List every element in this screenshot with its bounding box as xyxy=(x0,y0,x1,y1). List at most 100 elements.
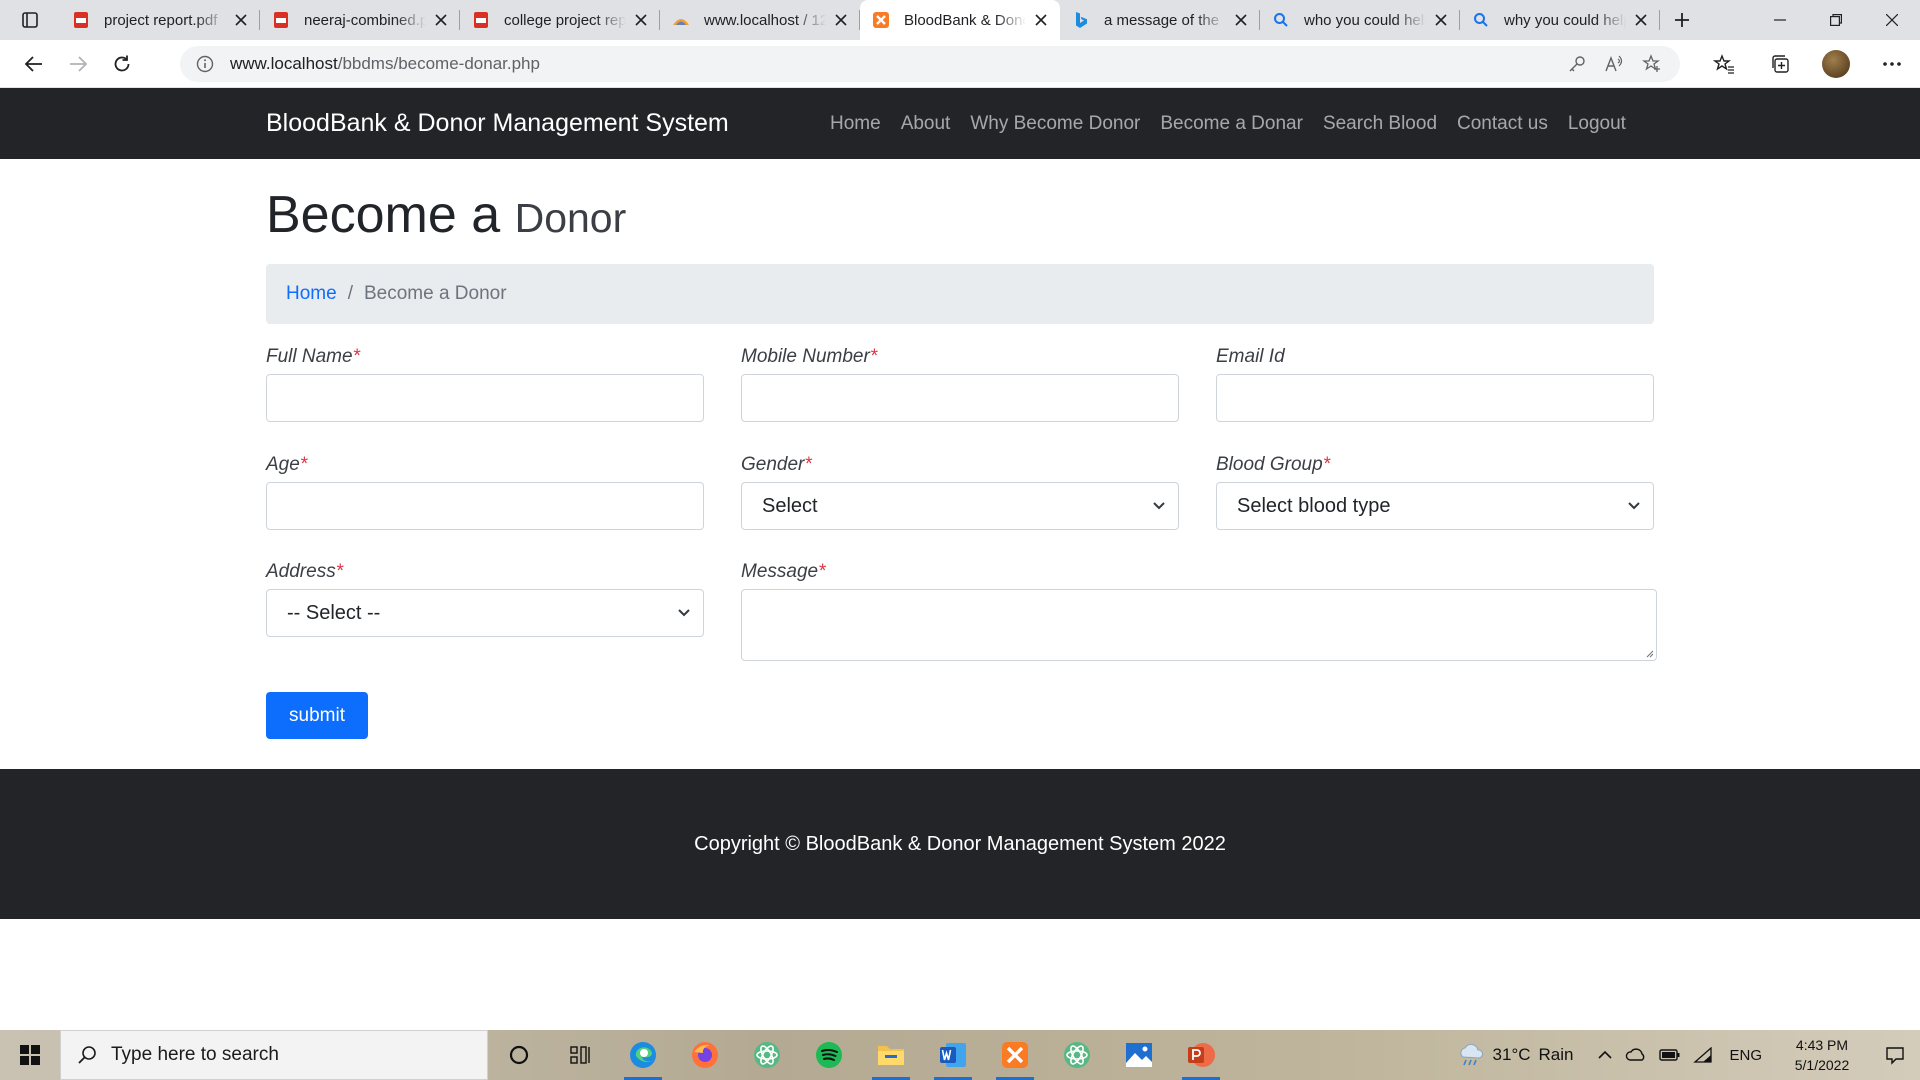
browser-tab[interactable]: why you could help xyxy=(1460,0,1660,40)
taskbar-clock[interactable]: 4:43 PM 5/1/2022 xyxy=(1774,1035,1870,1075)
folder-icon xyxy=(878,1046,904,1065)
submit-button[interactable]: submit xyxy=(266,692,368,739)
age-group: Age* xyxy=(266,454,704,530)
email-input[interactable] xyxy=(1216,374,1654,422)
taskbar-atom[interactable] xyxy=(736,1030,798,1080)
notification-icon xyxy=(1886,1047,1904,1065)
add-favorite-icon[interactable] xyxy=(1642,54,1662,74)
site-brand[interactable]: BloodBank & Donor Management System xyxy=(266,88,729,159)
close-icon xyxy=(1886,14,1898,26)
resize-handle-icon[interactable] xyxy=(1644,648,1654,658)
read-aloud-icon[interactable] xyxy=(1604,55,1624,73)
taskbar-word[interactable] xyxy=(922,1030,984,1080)
taskbar-photos[interactable] xyxy=(1108,1030,1170,1080)
address-bar-actions xyxy=(1568,46,1662,82)
browser-tab[interactable]: www.localhost / 127.0.0.1 xyxy=(660,0,860,40)
taskbar-atom-2[interactable] xyxy=(1046,1030,1108,1080)
message-textarea[interactable] xyxy=(741,589,1657,661)
close-tab-icon[interactable] xyxy=(1632,11,1650,29)
weather-widget[interactable]: 31°C Rain xyxy=(1457,1043,1574,1067)
collections-button[interactable] xyxy=(1752,44,1808,84)
close-tab-icon[interactable] xyxy=(632,11,650,29)
notification-center-button[interactable] xyxy=(1870,1030,1920,1080)
gender-group: Gender* Select xyxy=(741,454,1179,530)
required-mark: * xyxy=(299,454,308,475)
nav-home[interactable]: Home xyxy=(820,113,891,135)
close-tab-icon[interactable] xyxy=(1432,11,1450,29)
browser-tab[interactable]: who you could help xyxy=(1260,0,1460,40)
tab-actions-button[interactable] xyxy=(0,0,60,40)
browser-tab[interactable]: college project report xyxy=(460,0,660,40)
xampp-icon xyxy=(1002,1042,1028,1068)
language-indicator[interactable]: ENG xyxy=(1729,1047,1762,1064)
required-mark: * xyxy=(335,561,344,582)
nav-links: Home About Why Become Donor Become a Don… xyxy=(820,88,1920,159)
forward-button[interactable] xyxy=(56,44,100,84)
taskbar-spotify[interactable] xyxy=(798,1030,860,1080)
nav-logout[interactable]: Logout xyxy=(1558,113,1636,135)
address-bar[interactable]: www.localhost/bbdms/become-donar.php xyxy=(180,46,1680,82)
minimize-button[interactable] xyxy=(1752,0,1808,40)
taskbar-xampp[interactable] xyxy=(984,1030,1046,1080)
new-tab-button[interactable] xyxy=(1660,0,1704,40)
tab-title: a message of the xyxy=(1104,11,1220,29)
browser-tab[interactable]: a message of the xyxy=(1060,0,1260,40)
nav-search-blood[interactable]: Search Blood xyxy=(1313,113,1447,135)
close-window-button[interactable] xyxy=(1864,0,1920,40)
close-tab-icon[interactable] xyxy=(1232,11,1250,29)
mobile-number-label: Mobile Number* xyxy=(741,346,878,367)
restore-icon xyxy=(1830,14,1842,26)
cortana-button[interactable] xyxy=(488,1030,550,1080)
taskbar-firefox[interactable] xyxy=(674,1030,736,1080)
start-button[interactable] xyxy=(0,1030,60,1080)
settings-menu-button[interactable] xyxy=(1864,44,1920,84)
gender-select[interactable]: Select xyxy=(741,482,1179,530)
weather-condition: Rain xyxy=(1538,1045,1574,1064)
mobile-number-input[interactable] xyxy=(741,374,1179,422)
browser-tab[interactable]: project report.pdf xyxy=(60,0,260,40)
site-footer: Copyright © BloodBank & Donor Management… xyxy=(0,769,1920,919)
taskbar-file-explorer[interactable] xyxy=(860,1030,922,1080)
pdf-icon xyxy=(72,11,90,29)
windows-taskbar: Type here to search 31°C Rain ENG 4:43 P… xyxy=(0,1030,1920,1080)
breadcrumb-home-link[interactable]: Home xyxy=(286,283,337,305)
profile-button[interactable] xyxy=(1808,44,1864,84)
age-input[interactable] xyxy=(266,482,704,530)
close-tab-icon[interactable] xyxy=(1032,11,1050,29)
address-group: Address* -- Select -- xyxy=(266,561,704,637)
wifi-icon[interactable] xyxy=(1693,1047,1713,1063)
key-icon[interactable] xyxy=(1568,55,1586,73)
restore-button[interactable] xyxy=(1808,0,1864,40)
url-host: www.localhost xyxy=(230,54,338,73)
taskbar-edge[interactable] xyxy=(612,1030,674,1080)
tab-title: www.localhost / 127.0.0.1 xyxy=(704,11,826,29)
favorites-button[interactable] xyxy=(1696,44,1752,84)
weather-temp: 31°C xyxy=(1492,1045,1531,1064)
onedrive-cloud-icon[interactable] xyxy=(1625,1048,1647,1062)
nav-why-become-donor[interactable]: Why Become Donor xyxy=(960,113,1150,135)
close-tab-icon[interactable] xyxy=(832,11,850,29)
blood-group-select[interactable]: Select blood type xyxy=(1216,482,1654,530)
nav-contact-us[interactable]: Contact us xyxy=(1447,113,1558,135)
browser-tab-active[interactable]: BloodBank & Donor Management xyxy=(860,0,1060,40)
close-tab-icon[interactable] xyxy=(432,11,450,29)
age-label: Age* xyxy=(266,454,308,475)
taskbar-search-box[interactable]: Type here to search xyxy=(60,1030,488,1080)
close-tab-icon[interactable] xyxy=(232,11,250,29)
pdf-icon xyxy=(472,11,490,29)
tab-title: BloodBank & Donor Management xyxy=(904,11,1026,29)
task-view-button[interactable] xyxy=(550,1030,612,1080)
pdf-icon xyxy=(272,11,290,29)
back-button[interactable] xyxy=(12,44,56,84)
chevron-up-icon[interactable] xyxy=(1597,1050,1613,1060)
address-select[interactable]: -- Select -- xyxy=(266,589,704,637)
browser-tab[interactable]: neeraj-combined.pdf xyxy=(260,0,460,40)
message-group: Message* xyxy=(741,561,1657,661)
reload-button[interactable] xyxy=(100,44,144,84)
nav-become-donar[interactable]: Become a Donar xyxy=(1150,113,1313,135)
page-title-sub: Donor xyxy=(514,195,627,241)
nav-about[interactable]: About xyxy=(891,113,961,135)
battery-icon[interactable] xyxy=(1659,1048,1681,1062)
taskbar-powerpoint[interactable] xyxy=(1170,1030,1232,1080)
full-name-input[interactable] xyxy=(266,374,704,422)
